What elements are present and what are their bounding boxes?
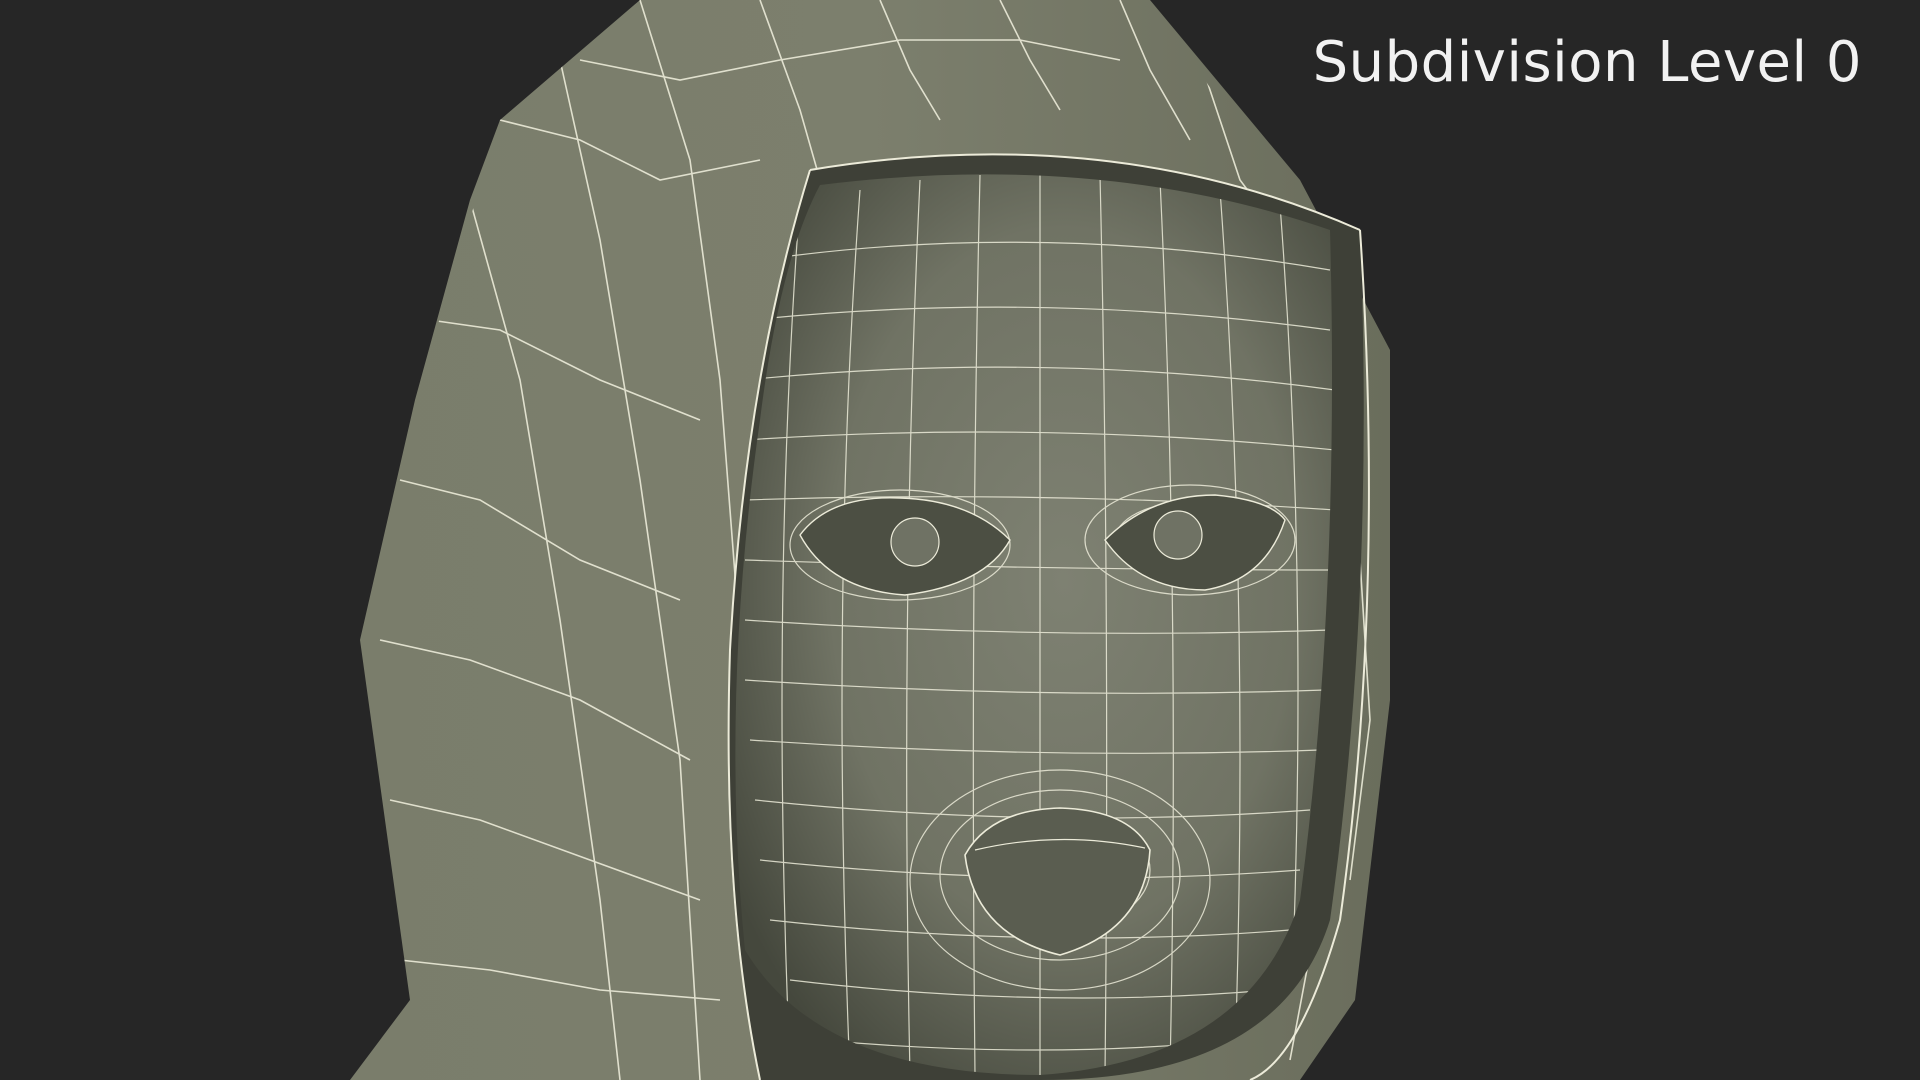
hooded-head-wireframe-icon	[350, 0, 1390, 1080]
left-eyeball	[890, 517, 940, 567]
subdivision-level-label: Subdivision Level 0	[1312, 30, 1862, 95]
right-eyeball	[1153, 510, 1203, 560]
render-viewport: Subdivision Level 0	[0, 0, 1920, 1080]
